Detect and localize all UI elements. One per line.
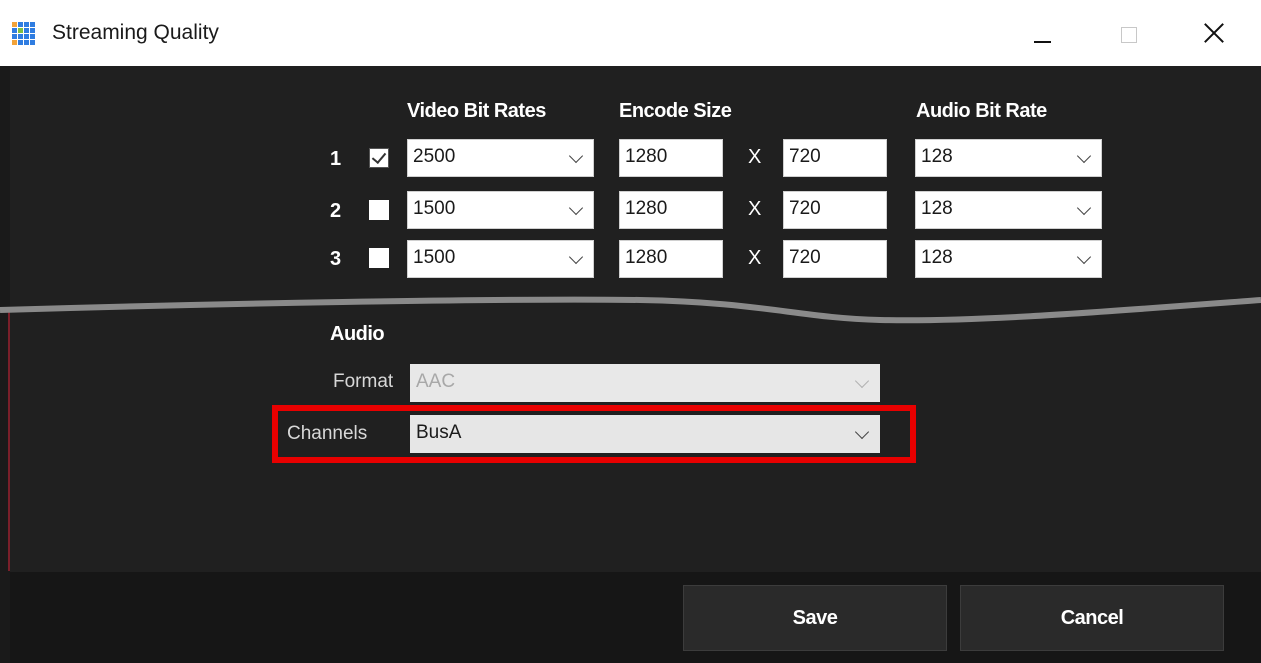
row-2-width-input[interactable]: 1280: [619, 191, 723, 229]
row-2-size-separator: X: [748, 198, 762, 220]
row-number-3: 3: [330, 248, 342, 270]
row-1-audio-bit-rate-value: 128: [921, 146, 953, 167]
row-2-height-input[interactable]: 720: [783, 191, 887, 229]
highlight-box: [272, 405, 916, 463]
chevron-down-icon: [1076, 200, 1092, 216]
row-3-height-value: 720: [789, 247, 821, 268]
row-3-checkbox[interactable]: [369, 248, 389, 268]
save-button[interactable]: Save: [683, 585, 947, 651]
format-label: Format: [333, 371, 394, 392]
row-3-video-bit-rate-select[interactable]: 1500: [407, 240, 594, 278]
row-1-video-bit-rate-select[interactable]: 2500: [407, 139, 594, 177]
video-bit-rates-header: Video Bit Rates: [407, 100, 546, 122]
row-1-width-input[interactable]: 1280: [619, 139, 723, 177]
dialog-left-border: [0, 66, 10, 663]
chevron-down-icon: [1076, 148, 1092, 164]
cancel-button[interactable]: Cancel: [960, 585, 1224, 651]
row-1-size-separator: X: [748, 146, 762, 168]
row-3-audio-bit-rate-select[interactable]: 128: [915, 240, 1102, 278]
row-3-height-input[interactable]: 720: [783, 240, 887, 278]
chevron-down-icon: [854, 373, 870, 389]
chevron-down-icon: [568, 249, 584, 265]
encode-size-header: Encode Size: [619, 100, 732, 122]
row-2-width-value: 1280: [625, 198, 668, 219]
audio-section-label: Audio: [330, 323, 385, 345]
row-2-audio-bit-rate-select[interactable]: 128: [915, 191, 1102, 229]
row-1-height-input[interactable]: 720: [783, 139, 887, 177]
row-1-audio-bit-rate-select[interactable]: 128: [915, 139, 1102, 177]
close-button[interactable]: [1192, 10, 1238, 56]
row-3-size-separator: X: [748, 247, 762, 269]
wavy-divider: [0, 296, 1261, 324]
format-select: AAC: [410, 364, 880, 402]
row-3-video-bit-rate-value: 1500: [413, 247, 456, 268]
row-3-width-input[interactable]: 1280: [619, 240, 723, 278]
window-title: Streaming Quality: [52, 21, 219, 44]
format-value: AAC: [416, 371, 456, 392]
title-bar: Streaming Quality: [0, 0, 1261, 66]
row-1-height-value: 720: [789, 146, 821, 167]
chevron-down-icon: [1076, 249, 1092, 265]
row-number-1: 1: [330, 148, 342, 170]
row-3-audio-bit-rate-value: 128: [921, 247, 953, 268]
maximize-button[interactable]: [1106, 10, 1152, 56]
row-3-width-value: 1280: [625, 247, 668, 268]
row-2-video-bit-rate-value: 1500: [413, 198, 456, 219]
row-number-2: 2: [330, 200, 342, 222]
row-2-audio-bit-rate-value: 128: [921, 198, 953, 219]
row-2-height-value: 720: [789, 198, 821, 219]
row-2-checkbox[interactable]: [369, 200, 389, 220]
row-1-width-value: 1280: [625, 146, 668, 167]
app-grid-icon: [12, 22, 36, 46]
chevron-down-icon: [568, 148, 584, 164]
row-2-video-bit-rate-select[interactable]: 1500: [407, 191, 594, 229]
chevron-down-icon: [568, 200, 584, 216]
minimize-button[interactable]: [1020, 10, 1066, 56]
row-1-video-bit-rate-value: 2500: [413, 146, 456, 167]
row-1-checkbox[interactable]: [369, 148, 389, 168]
audio-bit-rate-header: Audio Bit Rate: [916, 100, 1047, 122]
